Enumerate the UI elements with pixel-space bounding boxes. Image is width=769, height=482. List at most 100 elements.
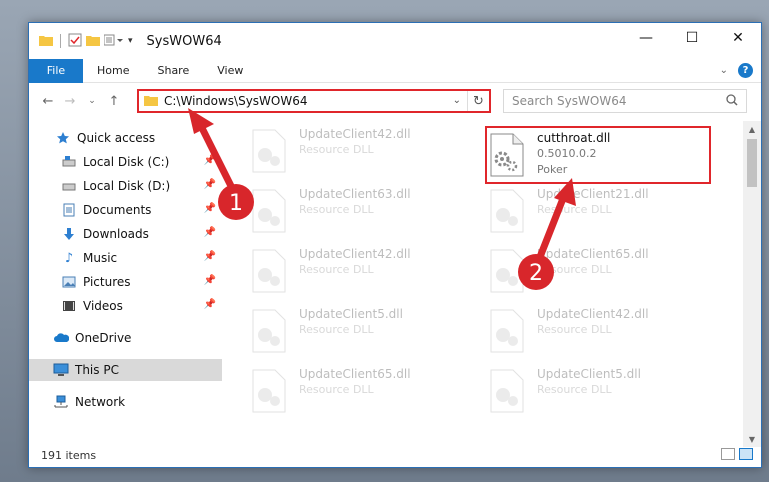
minimize-button[interactable]: —: [623, 23, 669, 53]
tab-view[interactable]: View: [203, 64, 257, 77]
file-type: Resource DLL: [537, 263, 612, 276]
videos-icon: [61, 298, 77, 314]
refresh-icon[interactable]: ↻: [467, 91, 489, 111]
vertical-scrollbar[interactable]: ▲ ▼: [743, 121, 761, 447]
file-item[interactable]: UpdateClient65.dll Resource DLL: [463, 243, 693, 299]
search-input[interactable]: Search SysWOW64: [503, 89, 747, 113]
sidebar-item-local-disk-d[interactable]: Local Disk (D:) 📌: [29, 175, 222, 197]
dll-file-icon: [490, 369, 524, 413]
file-type: Resource DLL: [537, 383, 612, 396]
pin-icon[interactable]: 📌: [204, 227, 216, 238]
back-arrow-icon[interactable]: ←: [37, 94, 59, 109]
sidebar-item-label: Quick access: [77, 131, 156, 145]
ribbon-right-controls: ⌄ ?: [720, 63, 753, 78]
dll-file-icon: [252, 189, 286, 233]
sidebar-item-music[interactable]: ♪ Music 📌: [29, 247, 222, 269]
toolbar-dropdown-icon[interactable]: ▾: [128, 36, 133, 46]
folder-icon: [144, 94, 158, 109]
recent-locations-icon[interactable]: ⌄: [81, 96, 103, 106]
title-bar: ▾ SysWOW64 — ☐ ✕: [29, 23, 761, 59]
file-name: UpdateClient42.dll: [537, 307, 649, 321]
file-name: UpdateClient42.dll: [299, 127, 411, 141]
file-item[interactable]: UpdateClient42.dll Resource DLL: [225, 243, 455, 299]
pin-icon[interactable]: 📌: [204, 299, 216, 310]
dll-file-icon: [490, 309, 524, 353]
file-item[interactable]: UpdateClient42.dll Resource DLL: [225, 123, 455, 179]
file-item[interactable]: UpdateClient63.dll Resource DLL: [225, 183, 455, 239]
scroll-up-icon[interactable]: ▲: [743, 121, 761, 137]
sidebar-item-label: Documents: [83, 203, 152, 217]
search-icon[interactable]: [726, 94, 738, 109]
sidebar-item-this-pc[interactable]: This PC: [29, 359, 222, 381]
customize-toolbar-icon[interactable]: [103, 34, 124, 49]
file-type: Resource DLL: [299, 383, 374, 396]
tab-file[interactable]: File: [29, 58, 83, 83]
file-type: Resource DLL: [299, 263, 374, 276]
chevron-down-icon[interactable]: ⌄: [453, 95, 461, 106]
file-item[interactable]: UpdateClient65.dll Resource DLL: [225, 363, 455, 419]
address-path[interactable]: C:\Windows\SysWOW64: [164, 94, 308, 108]
file-item[interactable]: UpdateClient5.dll Resource DLL: [225, 303, 455, 359]
expand-ribbon-icon[interactable]: ⌄: [720, 65, 728, 76]
sidebar-item-pictures[interactable]: Pictures 📌: [29, 271, 222, 293]
pin-icon[interactable]: 📌: [204, 203, 216, 214]
sidebar-item-label: Videos: [83, 299, 123, 313]
sidebar-item-quick-access[interactable]: Quick access: [29, 127, 222, 149]
details-view-icon[interactable]: [721, 448, 735, 460]
pin-icon[interactable]: 📌: [204, 179, 216, 190]
pin-icon[interactable]: 📌: [204, 275, 216, 286]
dll-file-icon: [490, 189, 524, 233]
file-name: UpdateClient63.dll: [299, 187, 411, 201]
cloud-icon: [53, 330, 69, 346]
file-type: Resource DLL: [537, 323, 612, 336]
drive-icon: [61, 154, 77, 170]
scrollbar-thumb[interactable]: [747, 139, 757, 187]
dll-file-icon: [252, 129, 286, 173]
file-item[interactable]: UpdateClient5.dll Resource DLL: [463, 363, 693, 419]
file-list: UpdateClient42.dll Resource DLL UpdateCl…: [225, 123, 739, 445]
dll-file-icon: [490, 249, 524, 293]
sidebar-item-network[interactable]: Network: [29, 391, 222, 413]
forward-arrow-icon[interactable]: →: [59, 94, 81, 109]
tab-home[interactable]: Home: [83, 64, 143, 77]
maximize-button[interactable]: ☐: [669, 23, 715, 53]
help-icon[interactable]: ?: [738, 63, 753, 78]
sidebar-item-label: Downloads: [83, 227, 149, 241]
pin-icon[interactable]: 📌: [204, 251, 216, 262]
file-item[interactable]: UpdateClient21.dll Resource DLL: [463, 183, 693, 239]
sidebar-item-label: Music: [83, 251, 118, 265]
tab-share[interactable]: Share: [143, 64, 203, 77]
sidebar-item-local-disk-c[interactable]: Local Disk (C:) 📌: [29, 151, 222, 173]
sidebar-item-onedrive[interactable]: OneDrive: [29, 327, 222, 349]
close-button[interactable]: ✕: [715, 23, 761, 53]
sidebar-item-label: Pictures: [83, 275, 131, 289]
sidebar-item-videos[interactable]: Videos 📌: [29, 295, 222, 317]
sidebar-item-downloads[interactable]: Downloads 📌: [29, 223, 222, 245]
address-bar[interactable]: C:\Windows\SysWOW64 ⌄ ↻: [137, 89, 491, 113]
sidebar-item-label: This PC: [75, 363, 119, 377]
folder-icon: [39, 34, 53, 49]
file-type: Resource DLL: [537, 203, 612, 216]
file-name: UpdateClient65.dll: [537, 247, 649, 261]
file-type: Resource DLL: [299, 203, 374, 216]
up-arrow-icon[interactable]: ↑: [103, 94, 125, 109]
tiles-view-icon[interactable]: [739, 448, 753, 460]
navigation-pane: Quick access Local Disk (C:) 📌 Local Dis…: [29, 123, 224, 445]
pin-icon[interactable]: 📌: [204, 155, 216, 166]
computer-icon: [53, 362, 69, 378]
file-name: UpdateClient5.dll: [537, 367, 641, 381]
dll-file-icon: [252, 249, 286, 293]
dll-file-icon: [252, 369, 286, 413]
sidebar-item-documents[interactable]: Documents 📌: [29, 199, 222, 221]
file-type: Resource DLL: [299, 143, 374, 156]
drive-icon: [61, 178, 77, 194]
quick-access-toolbar: ▾: [29, 33, 133, 50]
toolbar-divider: [60, 34, 61, 48]
documents-icon: [61, 202, 77, 218]
dll-file-icon: [252, 309, 286, 353]
file-item[interactable]: UpdateClient42.dll Resource DLL: [463, 303, 693, 359]
sidebar-item-label: Network: [75, 395, 126, 409]
sidebar-item-label: Local Disk (D:): [83, 179, 171, 193]
properties-icon[interactable]: [68, 33, 82, 50]
new-folder-icon[interactable]: [86, 34, 100, 49]
